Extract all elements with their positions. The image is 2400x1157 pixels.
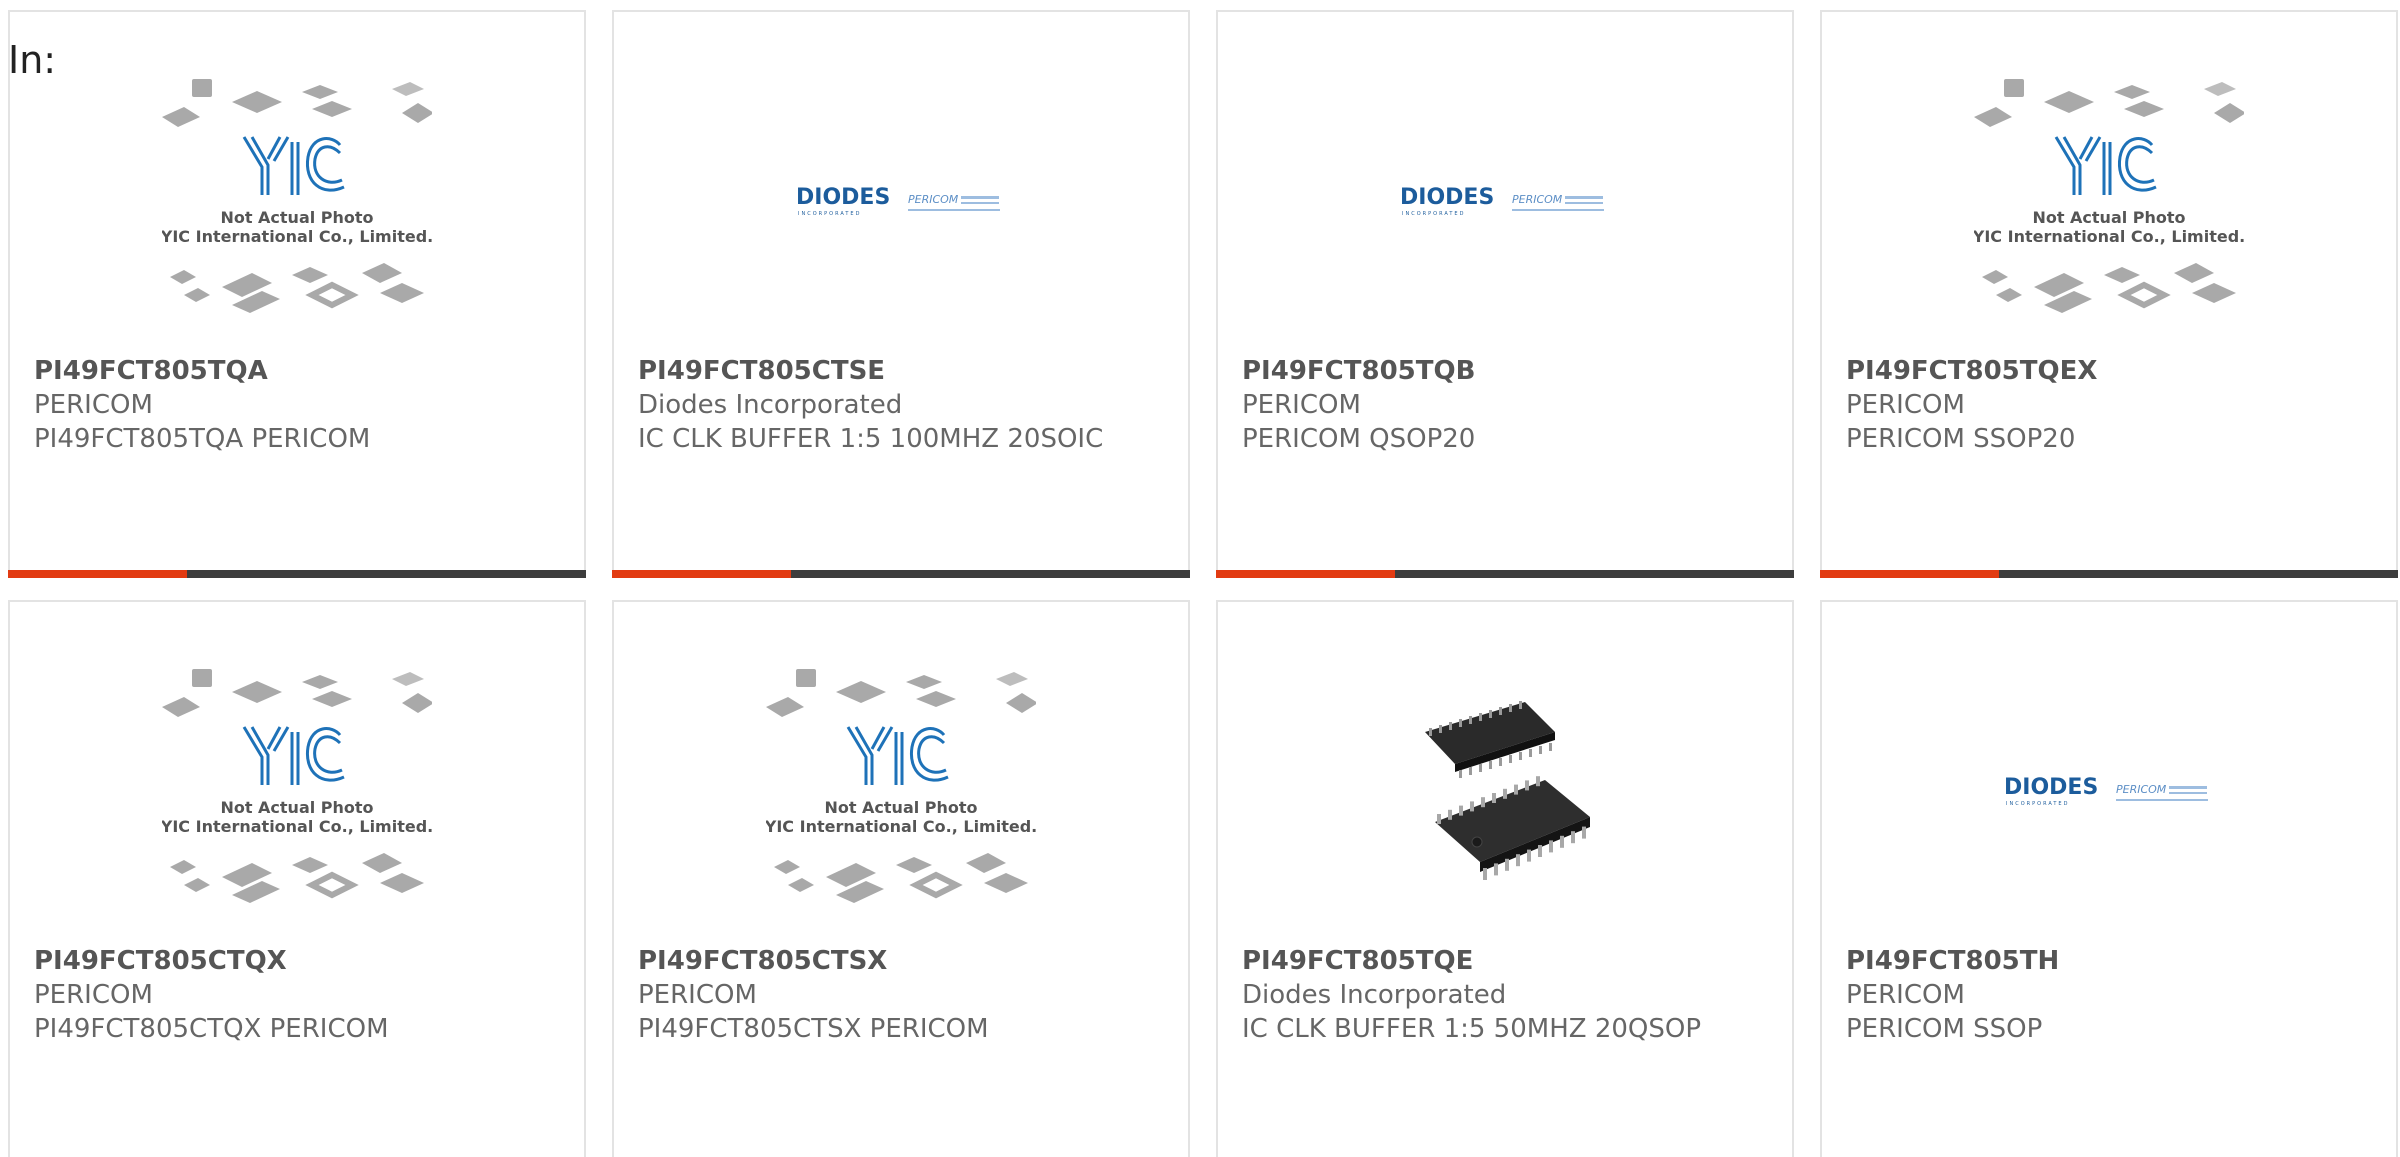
product-image[interactable]: Not Actual Photo YIC International Co., … — [10, 52, 584, 352]
product-description: PERICOM SSOP — [1846, 1014, 2043, 1044]
product-part-number[interactable]: PI49FCT805TQA — [34, 354, 560, 388]
card-bottom-bar — [1216, 570, 1794, 578]
svg-text:INCORPORATED: INCORPORATED — [1402, 211, 1465, 217]
yic-placeholder-icon: Not Actual Photo YIC International Co., … — [766, 669, 1036, 903]
product-manufacturer: PERICOM — [1242, 390, 1361, 420]
product-description: PERICOM QSOP20 — [1242, 424, 1476, 454]
product-card[interactable]: DIODES INCORPORATED PERICOM PI49FCT805TQ… — [1216, 10, 1794, 578]
yic-placeholder-icon: Not Actual Photo YIC International Co., … — [162, 79, 432, 313]
diodes-logo-text: DIODES — [796, 185, 890, 210]
diodes-pericom-logo: DIODES INCORPORATED PERICOM — [2004, 775, 2208, 807]
product-image[interactable]: DIODES INCORPORATED PERICOM — [1822, 642, 2396, 942]
product-manufacturer: Diodes Incorporated — [638, 390, 903, 420]
product-card[interactable]: PI49FCT805TQE Diodes Incorporated IC CLK… — [1216, 600, 1794, 1157]
product-part-number[interactable]: PI49FCT805TQE — [1242, 944, 1768, 978]
not-actual-photo-text: Not Actual Photo — [824, 798, 977, 817]
product-part-number[interactable]: PI49FCT805CTSX — [638, 944, 1164, 978]
product-grid-page: In: Not Actual Photo YIC International C… — [0, 0, 2400, 1157]
company-name-text: YIC International Co., Limited. — [162, 227, 432, 246]
product-manufacturer: PERICOM — [1846, 980, 1965, 1010]
pericom-logo-text: PERICOM — [1512, 193, 1563, 206]
product-description: PERICOM SSOP20 — [1846, 424, 2076, 454]
card-bottom-bar — [1820, 570, 2398, 578]
company-name-text: YIC International Co., Limited. — [162, 817, 432, 836]
product-description: PI49FCT805CTQX PERICOM — [34, 1014, 389, 1044]
product-card[interactable]: Not Actual Photo YIC International Co., … — [8, 10, 586, 578]
pericom-logo-text: PERICOM — [2116, 783, 2167, 796]
product-card[interactable]: Not Actual Photo YIC International Co., … — [1820, 10, 2398, 578]
product-image[interactable] — [1218, 642, 1792, 942]
product-image[interactable]: Not Actual Photo YIC International Co., … — [1822, 52, 2396, 352]
product-manufacturer: Diodes Incorporated — [1242, 980, 1507, 1010]
product-part-number[interactable]: PI49FCT805TH — [1846, 944, 2372, 978]
company-name-text: YIC International Co., Limited. — [766, 817, 1036, 836]
pericom-logo-text: PERICOM — [908, 193, 959, 206]
product-description: IC CLK BUFFER 1:5 50MHZ 20QSOP — [1242, 1014, 1702, 1044]
card-bottom-bar — [612, 570, 1190, 578]
diodes-logo-text: DIODES — [2004, 775, 2098, 800]
product-part-number[interactable]: PI49FCT805CTSE — [638, 354, 1164, 388]
product-card[interactable]: DIODES INCORPORATED PERICOM PI49FCT805CT… — [612, 10, 1190, 578]
product-card[interactable]: Not Actual Photo YIC International Co., … — [8, 600, 586, 1157]
product-image[interactable]: DIODES INCORPORATED PERICOM — [614, 52, 1188, 352]
product-image[interactable]: Not Actual Photo YIC International Co., … — [614, 642, 1188, 942]
product-card[interactable]: DIODES INCORPORATED PERICOM PI49FCT805TH… — [1820, 600, 2398, 1157]
product-manufacturer: PERICOM — [638, 980, 757, 1010]
product-image[interactable]: DIODES INCORPORATED PERICOM — [1218, 52, 1792, 352]
product-description: PI49FCT805TQA PERICOM — [34, 424, 371, 454]
ic-chip-photo — [1405, 692, 1605, 892]
product-image[interactable]: Not Actual Photo YIC International Co., … — [10, 642, 584, 942]
not-actual-photo-text: Not Actual Photo — [220, 798, 373, 817]
product-card[interactable]: Not Actual Photo YIC International Co., … — [612, 600, 1190, 1157]
not-actual-photo-text: Not Actual Photo — [2032, 208, 2185, 227]
company-name-text: YIC International Co., Limited. — [1974, 227, 2244, 246]
diodes-pericom-logo: DIODES INCORPORATED PERICOM — [1400, 185, 1604, 217]
product-description: PI49FCT805CTSX PERICOM — [638, 1014, 989, 1044]
svg-text:INCORPORATED: INCORPORATED — [2006, 801, 2069, 807]
product-description: IC CLK BUFFER 1:5 100MHZ 20SOIC — [638, 424, 1104, 454]
product-part-number[interactable]: PI49FCT805TQEX — [1846, 354, 2372, 388]
product-part-number[interactable]: PI49FCT805TQB — [1242, 354, 1768, 388]
not-actual-photo-text: Not Actual Photo — [220, 208, 373, 227]
in-label: In: — [8, 38, 57, 82]
diodes-logo-text: DIODES — [1400, 185, 1494, 210]
card-bottom-bar — [8, 570, 586, 578]
yic-placeholder-icon: Not Actual Photo YIC International Co., … — [1974, 79, 2244, 313]
product-manufacturer: PERICOM — [34, 390, 153, 420]
product-part-number[interactable]: PI49FCT805CTQX — [34, 944, 560, 978]
product-manufacturer: PERICOM — [1846, 390, 1965, 420]
svg-text:INCORPORATED: INCORPORATED — [798, 211, 861, 217]
product-manufacturer: PERICOM — [34, 980, 153, 1010]
yic-placeholder-icon: Not Actual Photo YIC International Co., … — [162, 669, 432, 903]
diodes-pericom-logo: DIODES INCORPORATED PERICOM — [796, 185, 1000, 217]
